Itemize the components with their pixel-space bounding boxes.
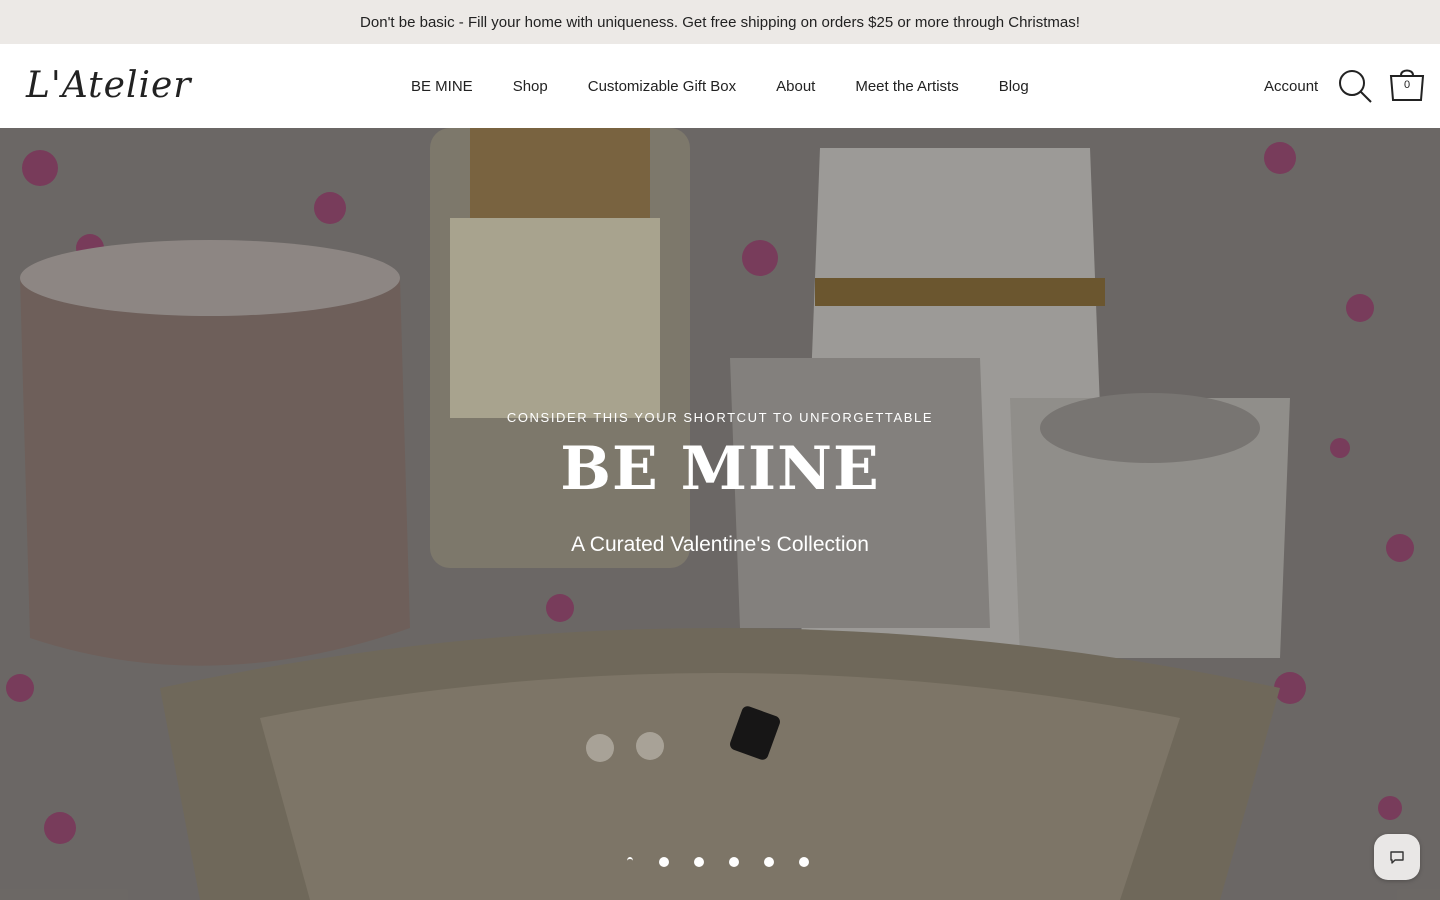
nav-item-shop[interactable]: Shop (493, 78, 568, 95)
search-icon[interactable] (1337, 68, 1373, 104)
cart-count: 0 (1403, 79, 1411, 91)
chat-icon (1390, 851, 1404, 864)
account-link[interactable]: Account (1264, 44, 1318, 128)
slide-dot[interactable] (799, 857, 809, 867)
chat-button[interactable] (1374, 834, 1420, 880)
main-nav: BE MINE Shop Customizable Gift Box About… (391, 44, 1049, 128)
logo[interactable]: L'Atelier (26, 62, 226, 108)
slide-pagination (624, 852, 834, 872)
hero-slider: CONSIDER THIS YOUR SHORTCUT TO UNFORGETT… (0, 128, 1440, 900)
hero-content: CONSIDER THIS YOUR SHORTCUT TO UNFORGETT… (0, 410, 1440, 557)
nav-item-meet-artists[interactable]: Meet the Artists (835, 78, 978, 95)
slide-dot[interactable] (624, 857, 634, 867)
nav-item-gift-box[interactable]: Customizable Gift Box (568, 78, 756, 95)
slide-dot[interactable] (694, 857, 704, 867)
nav-item-about[interactable]: About (756, 78, 835, 95)
logo-text: L'Atelier (26, 64, 192, 106)
slide-dot[interactable] (729, 857, 739, 867)
announcement-text: Don't be basic - Fill your home with uni… (360, 13, 1080, 31)
slide-dot[interactable] (764, 857, 774, 867)
slide-dot[interactable] (659, 857, 669, 867)
site-header: L'Atelier BE MINE Shop Customizable Gift… (0, 44, 1440, 129)
hero-subtitle: A Curated Valentine's Collection (571, 533, 869, 556)
announcement-bar: Don't be basic - Fill your home with uni… (0, 0, 1440, 44)
nav-item-blog[interactable]: Blog (979, 78, 1049, 95)
hero-eyebrow: CONSIDER THIS YOUR SHORTCUT TO UNFORGETT… (506, 410, 934, 425)
nav-item-be-mine[interactable]: BE MINE (391, 78, 493, 95)
hero-title[interactable]: BE MINE (0, 439, 1440, 499)
